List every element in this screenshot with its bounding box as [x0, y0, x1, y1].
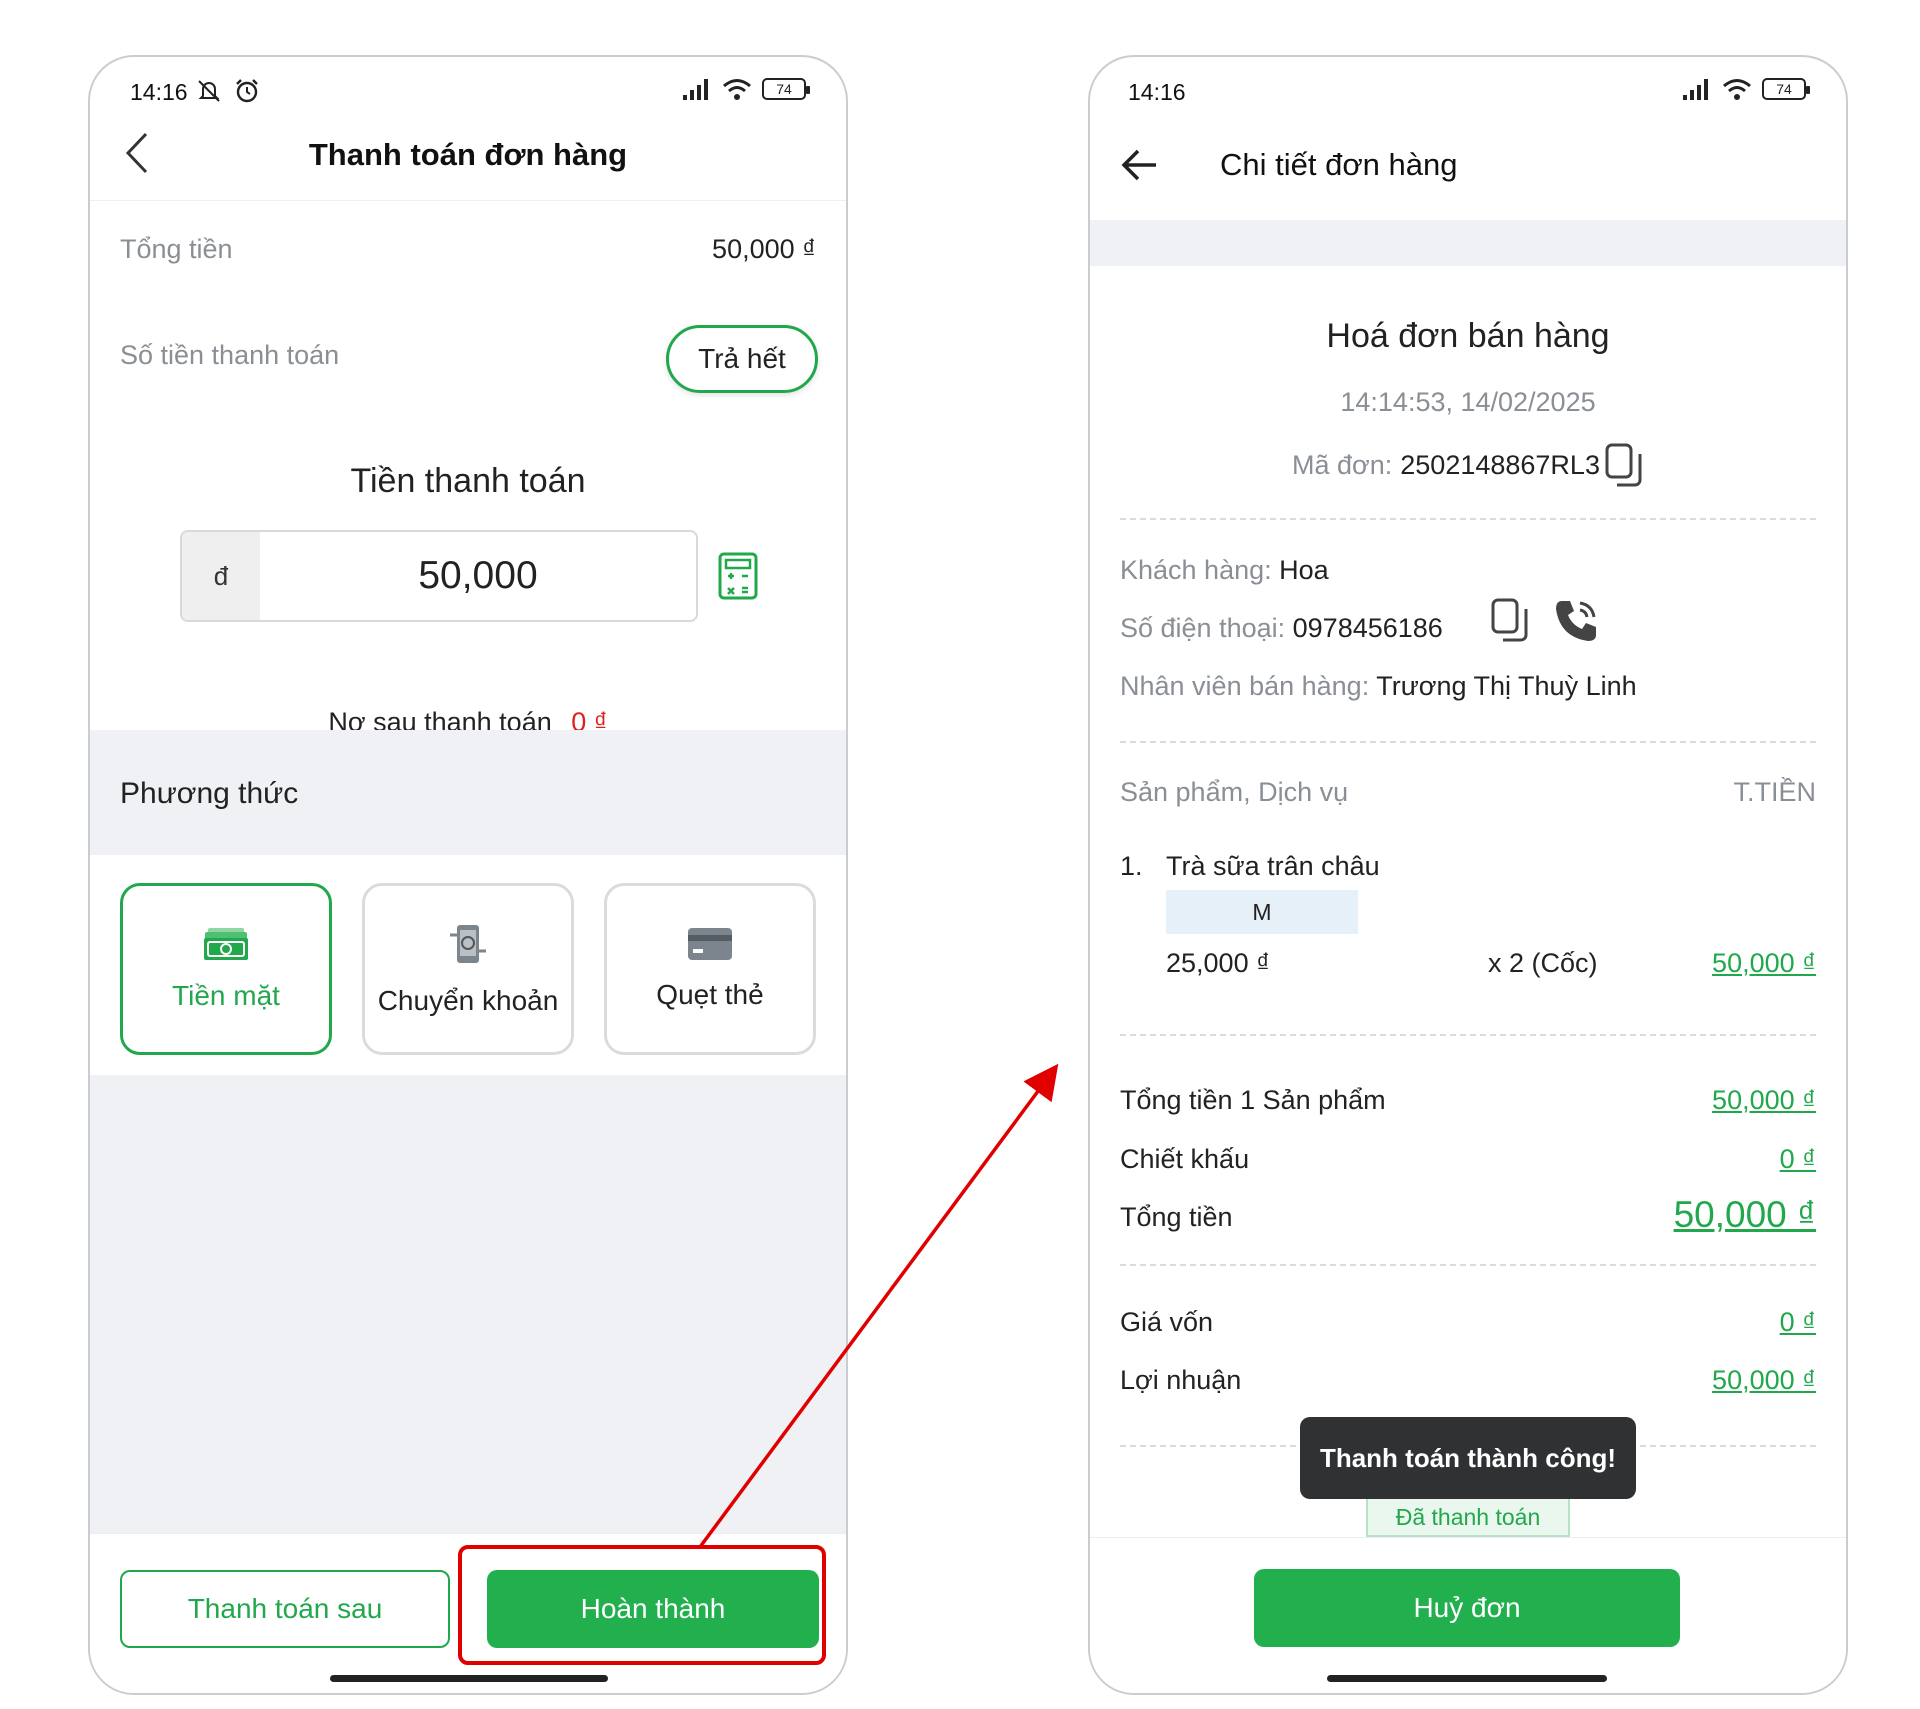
battery-level: 74	[776, 81, 792, 97]
cost-row: Giá vốn 0 ₫	[1120, 1307, 1816, 1338]
wifi-icon	[723, 79, 751, 100]
copy-phone-icon[interactable]	[1490, 597, 1530, 643]
status-time: 14:16	[1128, 79, 1186, 105]
success-toast: Thanh toán thành công!	[1300, 1417, 1636, 1499]
staff-name: Trương Thị Thuỳ Linh	[1376, 671, 1637, 701]
payment-amount-value[interactable]: 50,000	[260, 532, 696, 620]
method-bank-transfer-label: Chuyển khoản	[377, 985, 559, 1016]
home-indicator	[330, 1675, 608, 1682]
method-card-swipe-label: Quẹt thẻ	[656, 979, 764, 1010]
header-divider	[90, 200, 846, 201]
cancel-order-button[interactable]: Huỷ đơn	[1254, 1569, 1680, 1647]
item-name: Trà sữa trân châu	[1166, 851, 1380, 881]
method-heading: Phương thức	[120, 777, 299, 810]
battery-icon: 74	[762, 78, 810, 100]
invoice-title: Hoá đơn bán hàng	[1326, 317, 1610, 355]
signal-icon	[1683, 79, 1708, 100]
method-card-swipe[interactable]: Quẹt thẻ	[604, 883, 816, 1055]
call-icon[interactable]	[1552, 597, 1600, 645]
total-label: Tổng tiền	[120, 234, 233, 264]
payment-screen: 14:16 74 Thanh toán đơn hàng Tổng tiền 5…	[88, 55, 848, 1695]
customer-row: Khách hàng: Hoa	[1120, 555, 1329, 586]
discount-label: Chiết khấu	[1120, 1144, 1250, 1174]
order-detail-screen: 14:16 74 Chi tiết đơn hàng Hoá đơn bán h…	[1088, 55, 1848, 1695]
item-quantity: x 2 (Cốc)	[1488, 948, 1598, 978]
cost-value: 0 ₫	[1779, 1307, 1816, 1337]
phone-row: Số điện thoại: 0978456186	[1120, 613, 1443, 644]
card-icon	[688, 928, 732, 960]
profit-value: 50,000 ₫	[1712, 1365, 1816, 1395]
status-time: 14:16	[130, 79, 188, 105]
subtotal-label: Tổng tiền 1 Sản phẩm	[1120, 1085, 1386, 1115]
phone-label: Số điện thoại:	[1120, 613, 1286, 643]
phone-number: 0978456186	[1292, 613, 1443, 643]
items-header-amount: T.TIỀN	[1733, 777, 1816, 807]
cash-icon	[204, 928, 248, 960]
divider	[1120, 741, 1816, 743]
subtotal-row: Tổng tiền 1 Sản phẩm 50,000 ₫	[1120, 1085, 1816, 1116]
item-unit-price: 25,000 ₫	[1166, 948, 1270, 978]
pay-later-button[interactable]: Thanh toán sau	[120, 1570, 450, 1648]
cost-label: Giá vốn	[1120, 1307, 1214, 1337]
item-total: 50,000 ₫	[1712, 948, 1816, 978]
copy-icon[interactable]	[1604, 442, 1644, 488]
pay-amount-label: Số tiền thanh toán	[120, 340, 340, 370]
total-value: 50,000 ₫	[712, 234, 816, 264]
highlight-box	[458, 1545, 826, 1665]
divider	[1120, 1034, 1816, 1036]
profit-label: Lợi nhuận	[1120, 1365, 1242, 1395]
payment-amount-input[interactable]: đ 50,000	[180, 530, 698, 622]
mute-icon	[198, 80, 220, 102]
discount-value: 0 ₫	[1779, 1144, 1816, 1174]
method-cash-label: Tiền mặt	[172, 980, 280, 1011]
invoice-code-row: Mã đơn: 2502148867RL3	[1090, 442, 1846, 488]
battery-icon: 74	[1762, 78, 1810, 100]
item-variant: M	[1166, 890, 1358, 934]
alarm-icon	[236, 79, 258, 103]
invoice-datetime: 14:14:53, 14/02/2025	[1340, 387, 1596, 417]
customer-name: Hoa	[1279, 555, 1329, 585]
profit-row: Lợi nhuận 50,000 ₫	[1120, 1365, 1816, 1396]
items-header-product: Sản phẩm, Dịch vụ	[1120, 777, 1349, 807]
header-spacer	[1090, 220, 1846, 266]
currency-prefix: đ	[182, 532, 260, 620]
discount-row: Chiết khấu 0 ₫	[1120, 1144, 1816, 1175]
customer-label: Khách hàng:	[1120, 555, 1272, 585]
grand-total-value: 50,000 ₫	[1673, 1194, 1816, 1235]
staff-row: Nhân viên bán hàng: Trương Thị Thuỳ Linh	[1120, 671, 1637, 702]
divider	[1120, 518, 1816, 520]
grand-total-row: Tổng tiền 50,000 ₫	[1120, 1194, 1816, 1236]
divider	[1120, 1264, 1816, 1266]
paid-badge: Đã thanh toán	[1366, 1497, 1570, 1537]
invoice-code-label: Mã đơn:	[1292, 449, 1393, 480]
grand-total-label: Tổng tiền	[1120, 1202, 1233, 1232]
payment-heading: Tiền thanh toán	[350, 462, 586, 500]
staff-label: Nhân viên bán hàng:	[1120, 671, 1370, 701]
bank-transfer-icon	[450, 925, 486, 963]
page-title: Chi tiết đơn hàng	[1220, 147, 1458, 182]
method-cash[interactable]: Tiền mặt	[120, 883, 332, 1055]
calculator-icon[interactable]	[718, 552, 758, 600]
page-title: Thanh toán đơn hàng	[308, 137, 628, 172]
back-arrow-icon[interactable]	[1120, 147, 1160, 183]
battery-level: 74	[1776, 81, 1792, 97]
pay-all-button[interactable]: Trả hết	[666, 325, 818, 393]
method-bank-transfer[interactable]: Chuyển khoản	[362, 883, 574, 1055]
wifi-icon	[1723, 79, 1751, 100]
item-index: 1.	[1120, 851, 1143, 881]
invoice-code: 2502148867RL3	[1400, 449, 1600, 480]
home-indicator	[1327, 1675, 1607, 1682]
subtotal-value: 50,000 ₫	[1712, 1085, 1816, 1115]
signal-icon	[683, 79, 708, 100]
